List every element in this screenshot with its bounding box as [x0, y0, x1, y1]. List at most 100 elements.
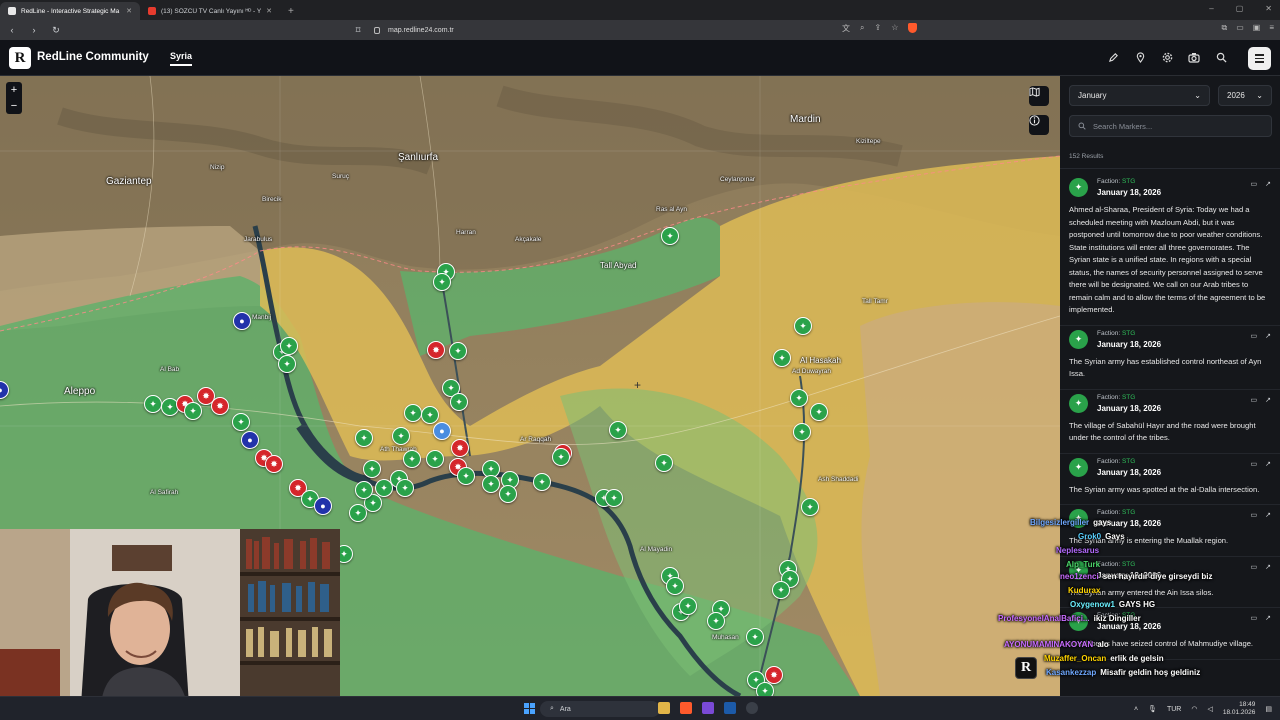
brave-browser-icon[interactable] [680, 702, 692, 714]
volume-icon[interactable]: ◁ [1207, 705, 1212, 713]
military-unit-marker[interactable]: ✦ [679, 597, 697, 615]
military-unit-marker[interactable]: ✦ [746, 628, 764, 646]
military-unit-marker[interactable]: ✦ [482, 475, 500, 493]
clash-marker[interactable]: ✸ [451, 439, 469, 457]
video-icon[interactable]: ▭ [1251, 460, 1258, 468]
sidebar-icon[interactable]: ▭ [1236, 23, 1244, 33]
browser-tab-sozcu[interactable]: (13) SÖZCÜ TV Canlı Yayını ᴴᴰ - Y ✕ [140, 2, 280, 20]
share-icon[interactable]: ⇪ [874, 23, 881, 34]
military-unit-marker[interactable]: ✦ [707, 612, 725, 630]
military-unit-marker[interactable]: ✦ [433, 273, 451, 291]
steam-icon[interactable] [724, 702, 736, 714]
file-explorer-icon[interactable] [658, 702, 670, 714]
bookmark-icon[interactable]: ⌑ [352, 25, 364, 36]
event-item[interactable]: ✦ Faction: STG January 18, 2026 ▭ ↗ Ahmed al-… [1060, 174, 1280, 326]
military-unit-marker[interactable]: ✦ [449, 342, 467, 360]
military-unit-marker[interactable]: ✦ [278, 355, 296, 373]
wifi-icon[interactable]: ◠ [1191, 705, 1197, 713]
tab-syria[interactable]: Syria [170, 51, 193, 66]
military-unit-marker[interactable]: ✦ [793, 423, 811, 441]
browser-menu-icon[interactable]: ≡ [1269, 23, 1274, 33]
reload-icon[interactable]: ↻ [50, 25, 62, 36]
military-unit-marker[interactable]: ✦ [403, 450, 421, 468]
military-unit-marker[interactable]: ✦ [810, 403, 828, 421]
military-unit-marker[interactable]: ✦ [661, 227, 679, 245]
map-layers-icon[interactable] [1029, 86, 1049, 106]
military-unit-marker[interactable]: ✦ [666, 577, 684, 595]
obs-icon[interactable] [746, 702, 758, 714]
settings-icon[interactable] [1160, 50, 1174, 64]
military-unit-marker[interactable]: ✦ [375, 479, 393, 497]
zoom-icon[interactable]: ⌕ [860, 23, 864, 34]
military-unit-marker[interactable]: ✦ [790, 389, 808, 407]
military-unit-marker[interactable]: ✦ [773, 349, 791, 367]
event-marker[interactable]: ● [314, 497, 332, 515]
event-marker[interactable]: ● [233, 312, 251, 330]
twitch-icon[interactable] [702, 702, 714, 714]
marker-search-input[interactable]: Search Markers... [1069, 115, 1272, 137]
extensions-icon[interactable]: ⧉ [1221, 23, 1227, 33]
notification-icon[interactable]: ▤ [1265, 705, 1272, 713]
military-unit-marker[interactable]: ✦ [426, 450, 444, 468]
menu-icon[interactable] [1248, 47, 1271, 70]
military-unit-marker[interactable]: ✦ [280, 337, 298, 355]
military-unit-marker[interactable]: ✦ [609, 421, 627, 439]
star-icon[interactable]: ☆ [891, 23, 898, 34]
month-select[interactable]: January ⌄ [1069, 85, 1210, 106]
military-unit-marker[interactable]: ✦ [552, 448, 570, 466]
clash-marker[interactable]: ✸ [211, 397, 229, 415]
military-unit-marker[interactable]: ✦ [184, 402, 202, 420]
pin-icon[interactable] [1133, 50, 1147, 64]
military-unit-marker[interactable]: ✦ [232, 413, 250, 431]
military-unit-marker[interactable]: ✦ [404, 404, 422, 422]
external-link-icon[interactable]: ↗ [1265, 511, 1271, 519]
taskbar-search[interactable]: ⌕ Ara [540, 701, 660, 717]
zoom-in-button[interactable]: + [6, 82, 22, 98]
video-icon[interactable]: ▭ [1251, 396, 1258, 404]
event-item[interactable]: ✦ Faction: STG January 18, 2026 ▭ ↗ The villa… [1060, 390, 1280, 454]
military-unit-marker[interactable]: ✦ [756, 682, 774, 696]
military-unit-marker[interactable]: ✦ [772, 581, 790, 599]
brand-title[interactable]: RedLine Community [37, 51, 149, 63]
forward-icon[interactable]: › [28, 25, 40, 35]
close-window-icon[interactable]: ✕ [1265, 4, 1272, 13]
clock[interactable]: 18:49 18.01.2026 [1223, 701, 1256, 717]
clash-marker[interactable]: ✸ [265, 455, 283, 473]
military-unit-marker[interactable]: ✦ [457, 467, 475, 485]
brave-shield-icon[interactable] [908, 23, 918, 33]
new-tab-button[interactable]: + [280, 2, 302, 20]
windows-start-icon[interactable] [524, 703, 535, 714]
military-unit-marker[interactable]: ✦ [450, 393, 468, 411]
chevron-up-icon[interactable]: ˄ [1134, 706, 1138, 713]
military-unit-marker[interactable]: ✦ [801, 498, 819, 516]
military-unit-marker[interactable]: ✦ [605, 489, 623, 507]
microphone-icon[interactable]: 🎙 [1148, 705, 1157, 713]
minimize-icon[interactable]: – [1209, 4, 1213, 13]
browser-tab-redline[interactable]: RedLine - Interactive Strategic Ma ✕ [0, 2, 140, 20]
wallet-icon[interactable]: ▣ [1253, 23, 1261, 33]
site-info-icon[interactable] [374, 26, 380, 34]
external-link-icon[interactable]: ↗ [1265, 396, 1271, 404]
video-icon[interactable]: ▭ [1251, 563, 1258, 571]
military-unit-marker[interactable]: ✦ [396, 479, 414, 497]
event-item[interactable]: ✦ Faction: STG January 18, 2026 ▭ ↗ The Syria… [1060, 454, 1280, 505]
video-icon[interactable]: ▭ [1251, 332, 1258, 340]
military-unit-marker[interactable]: ✦ [794, 317, 812, 335]
external-link-icon[interactable]: ↗ [1265, 460, 1271, 468]
search-icon[interactable] [1214, 50, 1228, 64]
close-tab-icon[interactable]: ✕ [266, 7, 272, 15]
external-link-icon[interactable]: ↗ [1265, 180, 1271, 188]
event-marker[interactable]: ● [433, 422, 451, 440]
language-indicator[interactable]: TUR [1167, 706, 1181, 713]
zoom-out-button[interactable]: − [6, 98, 22, 114]
external-link-icon[interactable]: ↗ [1265, 614, 1271, 622]
clash-marker[interactable]: ✸ [427, 341, 445, 359]
back-icon[interactable]: ‹ [6, 25, 18, 35]
military-unit-marker[interactable]: ✦ [533, 473, 551, 491]
military-unit-marker[interactable]: ✦ [363, 460, 381, 478]
camera-icon[interactable] [1187, 50, 1201, 64]
video-icon[interactable]: ▭ [1251, 614, 1258, 622]
event-marker[interactable]: ● [241, 431, 259, 449]
year-select[interactable]: 2026 ⌄ [1218, 85, 1272, 106]
external-link-icon[interactable]: ↗ [1265, 332, 1271, 340]
